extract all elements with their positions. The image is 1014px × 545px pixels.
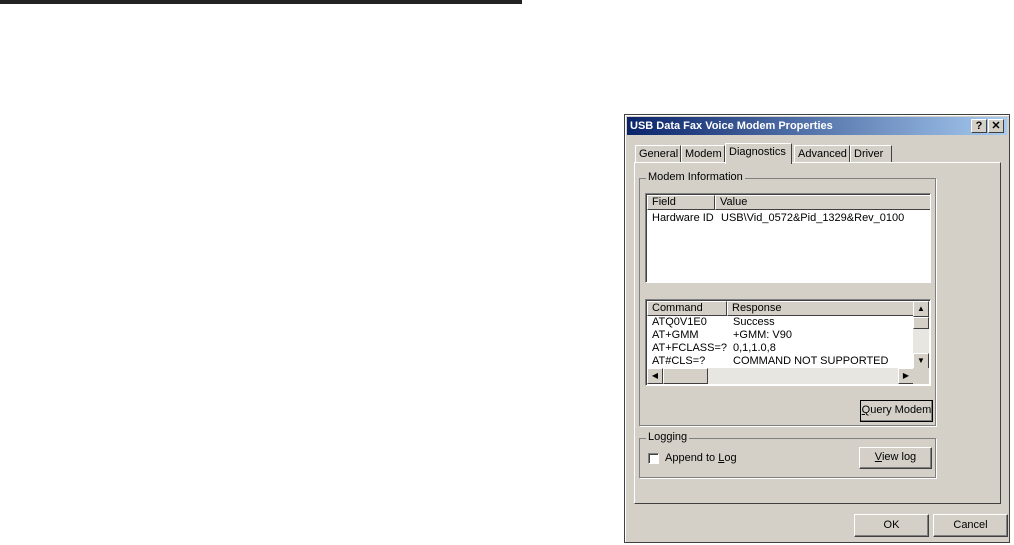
view-log-label: iew log	[881, 451, 917, 463]
append-to-log-checkbox[interactable]	[648, 453, 659, 464]
append-to-log-label[interactable]: Append to Log	[665, 452, 737, 465]
command-cell[interactable]: ATQ0V1E0	[652, 316, 707, 329]
command-cell[interactable]: AT#CLS=?	[652, 355, 705, 368]
scroll-up-icon[interactable]: ▲	[913, 301, 929, 317]
cancel-button[interactable]: Cancel	[933, 514, 1008, 537]
response-cell[interactable]: COMMAND NOT SUPPORTED	[733, 355, 888, 368]
tab-diagnostics[interactable]: Diagnostics	[725, 143, 792, 164]
command-response-list[interactable]: Command Response ATQ0V1E0 Success AT+GMM…	[645, 299, 931, 386]
column-header-field[interactable]: Field	[647, 195, 715, 210]
scroll-left-icon[interactable]: ◀	[647, 368, 663, 384]
view-log-button[interactable]: View log	[859, 447, 932, 469]
scroll-corner	[913, 368, 929, 384]
info-row-field[interactable]: Hardware ID	[652, 212, 714, 225]
tab-driver[interactable]: Driver	[850, 145, 892, 163]
append-to-log-text-rest: og	[724, 452, 737, 464]
response-cell[interactable]: Success	[733, 316, 775, 329]
scroll-down-icon[interactable]: ▼	[913, 353, 929, 369]
query-modem-button[interactable]: Query Modem	[860, 400, 933, 422]
tab-modem[interactable]: Modem	[681, 145, 725, 163]
help-icon[interactable]: ?	[971, 119, 987, 133]
top-rule	[0, 0, 522, 4]
horizontal-scrollbar[interactable]: ◀ ▶	[647, 368, 914, 384]
vertical-scroll-thumb[interactable]	[913, 317, 929, 329]
horizontal-scroll-thumb[interactable]	[663, 368, 708, 384]
command-cell[interactable]: AT+GMM	[652, 329, 699, 342]
column-header-command[interactable]: Command	[647, 301, 727, 316]
query-modem-label: uery Modem	[870, 404, 932, 416]
query-modem-hotkey: Q	[861, 404, 871, 416]
response-cell[interactable]: +GMM: V90	[733, 329, 792, 342]
view-log-hotkey: V	[874, 451, 882, 463]
diagnostics-panel: Modem Information Field Value Hardware I…	[634, 162, 1001, 504]
logging-group: Logging Append to Log View log	[639, 431, 936, 478]
tab-general[interactable]: General	[635, 145, 681, 163]
vertical-scrollbar[interactable]: ▲ ▼	[913, 301, 929, 369]
tab-advanced[interactable]: Advanced	[794, 145, 850, 163]
column-header-response[interactable]: Response	[727, 301, 915, 316]
scroll-right-icon[interactable]: ▶	[898, 368, 914, 384]
logging-label: Logging	[646, 431, 690, 443]
command-cell[interactable]: AT+FCLASS=?	[652, 342, 727, 355]
modem-information-label: Modem Information	[646, 171, 745, 183]
column-header-value[interactable]: Value	[715, 195, 930, 210]
modem-properties-dialog: USB Data Fax Voice Modem Properties ? ✕ …	[624, 114, 1010, 543]
info-row-value[interactable]: USB\Vid_0572&Pid_1329&Rev_0100	[721, 212, 904, 225]
title-bar[interactable]: USB Data Fax Voice Modem Properties ? ✕	[627, 117, 1007, 135]
close-icon[interactable]: ✕	[988, 119, 1004, 133]
append-to-log-text: Append to	[665, 452, 719, 464]
ok-button[interactable]: OK	[854, 514, 929, 537]
modem-info-list[interactable]: Field Value Hardware ID USB\Vid_0572&Pid…	[645, 193, 931, 283]
modem-information-group: Modem Information Field Value Hardware I…	[639, 171, 936, 426]
response-cell[interactable]: 0,1,1.0,8	[733, 342, 776, 355]
window-title: USB Data Fax Voice Modem Properties	[630, 120, 833, 132]
